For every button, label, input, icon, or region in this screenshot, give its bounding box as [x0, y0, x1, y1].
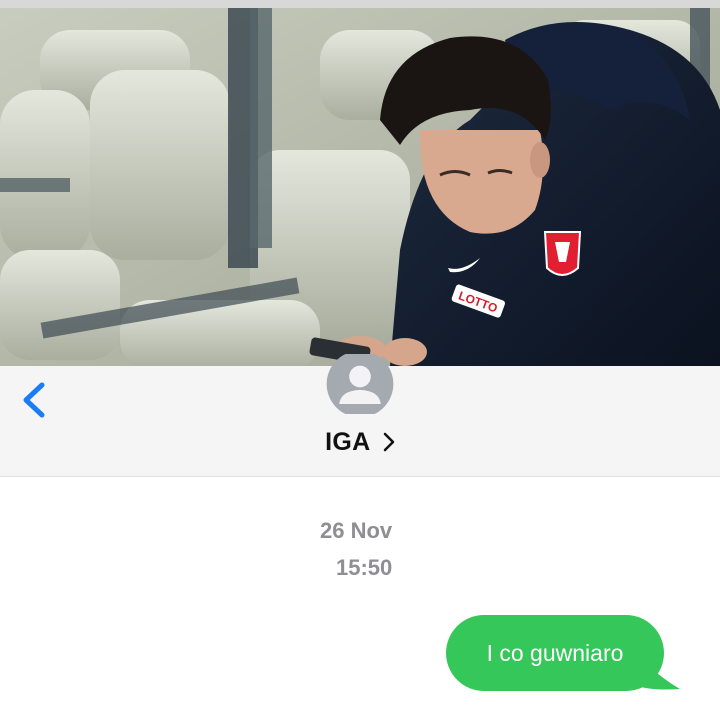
back-button[interactable] [18, 380, 52, 420]
message-row-sent: I co guwniaro [446, 615, 682, 691]
photo-illustration: LOTTO [0, 0, 720, 366]
message-list[interactable]: 26 Nov 15:50 I co guwniaro [0, 477, 720, 722]
chevron-left-icon [23, 382, 45, 418]
chevron-right-icon [383, 432, 395, 457]
timestamp-time: 15:50 [336, 555, 393, 580]
contact-avatar[interactable] [319, 354, 401, 414]
message-bubble-sent[interactable]: I co guwniaro [446, 615, 664, 691]
person-silhouette-icon [326, 354, 394, 414]
conversation-header: IGA [0, 354, 720, 477]
contact-info-button[interactable]: IGA [0, 428, 720, 457]
timestamp-date: 26 Nov [320, 518, 393, 543]
header-photo: LOTTO [0, 0, 720, 366]
contact-name: IGA [325, 428, 371, 456]
